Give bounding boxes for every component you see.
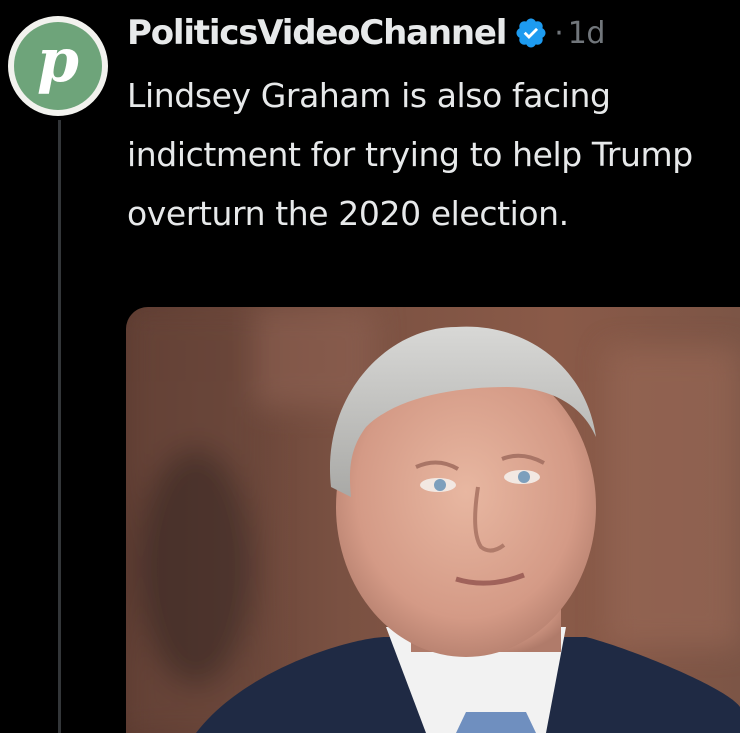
avatar-logo: p xyxy=(14,22,102,110)
thread-line xyxy=(58,120,61,733)
avatar[interactable]: p xyxy=(8,16,108,116)
verified-badge-icon xyxy=(514,16,548,50)
tweet-header: PoliticsVideoChannel · 1d xyxy=(127,8,605,58)
avatar-letter: p xyxy=(37,26,79,96)
timestamp[interactable]: 1d xyxy=(568,16,606,51)
tie xyxy=(456,712,536,733)
tweet-text: Lindsey Graham is also facing indictment… xyxy=(127,76,693,233)
separator: · xyxy=(554,15,564,51)
tweet-photo[interactable] xyxy=(126,307,740,733)
display-name[interactable]: PoliticsVideoChannel xyxy=(127,13,507,53)
